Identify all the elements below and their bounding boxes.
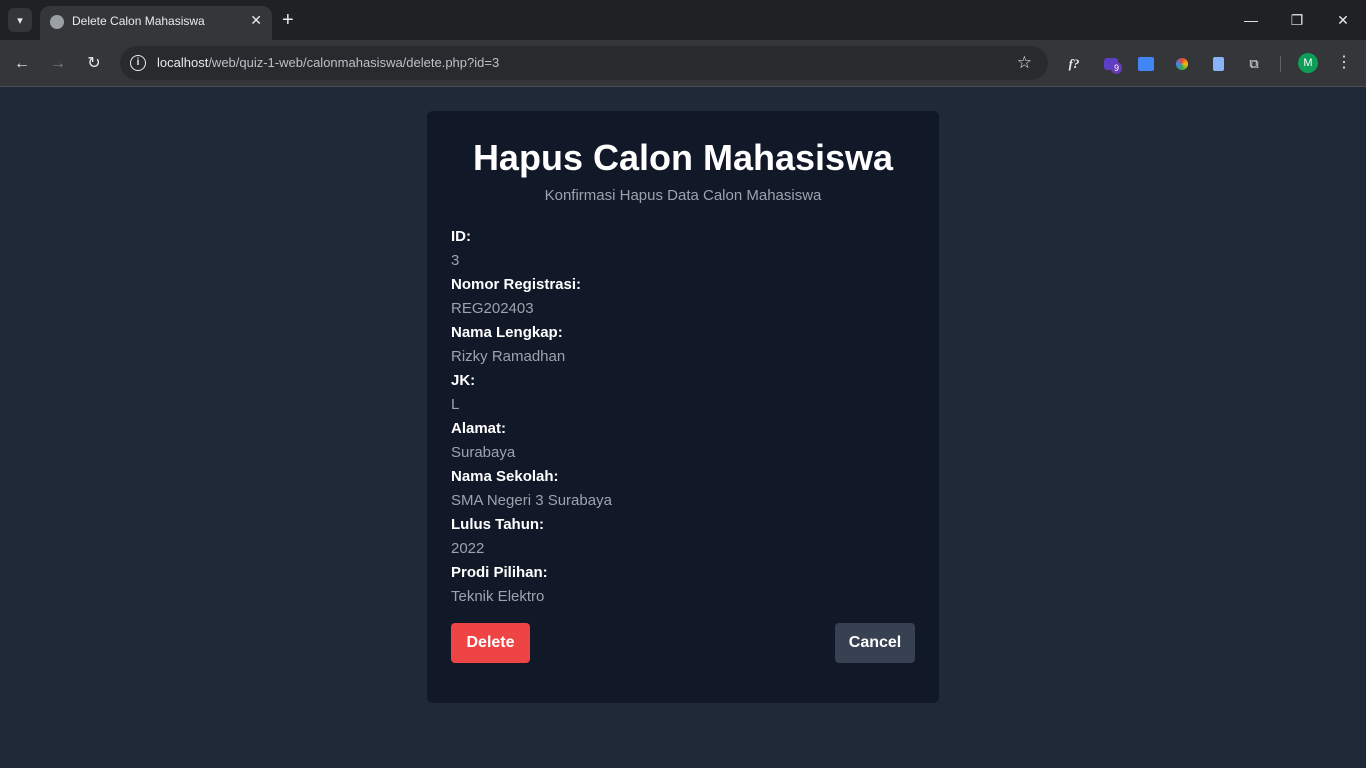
address-bar[interactable]: i localhost/web/quiz-1-web/calonmahasisw… — [120, 46, 1048, 80]
field-value-id: 3 — [451, 252, 460, 269]
field-label-nama-lengkap: Nama Lengkap: — [451, 324, 563, 341]
field-value-prodi-pilihan: Teknik Elektro — [451, 588, 545, 605]
url-host: localhost — [157, 55, 209, 70]
back-icon[interactable]: ← — [10, 52, 34, 76]
browser-chrome: ▾ Delete Calon Mahasiswa ✕ + — ❐ ✕ ← → ↻… — [0, 0, 1366, 87]
tab-search-icon[interactable]: ▾ — [8, 8, 32, 32]
field-label-nomor-registrasi: Nomor Registrasi: — [451, 276, 582, 293]
tab-strip: ▾ Delete Calon Mahasiswa ✕ + — ❐ ✕ — [0, 0, 1366, 40]
field-value-alamat: Surabaya — [451, 444, 516, 461]
profile-avatar[interactable]: M — [1298, 53, 1318, 73]
field-value-lulus-tahun: 2022 — [451, 540, 485, 557]
field-value-jk: L — [451, 396, 460, 413]
puzzle-icon[interactable]: ⧉ — [1244, 54, 1264, 74]
field-label-prodi-pilihan: Prodi Pilihan: — [451, 564, 548, 581]
tab-title: Delete Calon Mahasiswa — [72, 14, 205, 28]
page-subtitle: Konfirmasi Hapus Data Calon Mahasiswa — [544, 187, 822, 204]
document-extension-icon[interactable] — [1208, 54, 1228, 74]
field-label-lulus-tahun: Lulus Tahun: — [451, 516, 545, 533]
translate-icon[interactable] — [1136, 54, 1156, 74]
field-value-nama-lengkap: Rizky Ramadhan — [451, 348, 566, 365]
url-text[interactable]: localhost/web/quiz-1-web/calonmahasiswa/… — [157, 55, 499, 70]
cancel-button[interactable]: Cancel — [835, 623, 915, 663]
page-title: Hapus Calon Mahasiswa — [472, 137, 894, 178]
color-wheel-icon[interactable] — [1172, 54, 1192, 74]
field-label-alamat: Alamat: — [451, 420, 507, 437]
detail-list: ID: 3 Nomor Registrasi: REG202403 Nama L… — [451, 225, 612, 609]
field-value-nama-sekolah: SMA Negeri 3 Surabaya — [451, 492, 612, 509]
field-label-jk: JK: — [451, 372, 476, 389]
bookmark-star-icon[interactable]: ☆ — [1017, 53, 1032, 73]
minimize-icon[interactable]: — — [1236, 8, 1266, 32]
extension-badge-count: 9 — [1111, 62, 1123, 74]
field-value-nomor-registrasi: REG202403 — [451, 300, 534, 317]
site-info-icon[interactable]: i — [130, 55, 146, 71]
field-label-id: ID: — [451, 228, 471, 245]
url-path: /web/quiz-1-web/calonmahasiswa/delete.ph… — [208, 55, 500, 70]
window-close-icon[interactable]: ✕ — [1328, 8, 1358, 32]
field-label-nama-sekolah: Nama Sekolah: — [451, 468, 559, 485]
function-extension-icon[interactable]: f? — [1064, 54, 1084, 74]
extension-badge-icon[interactable]: 9 — [1101, 54, 1123, 74]
close-icon[interactable]: ✕ — [250, 12, 262, 29]
delete-confirmation-card: Hapus Calon Mahasiswa Konfirmasi Hapus D… — [427, 111, 939, 703]
delete-button[interactable]: Delete — [451, 623, 530, 663]
reload-icon[interactable]: ↻ — [82, 52, 106, 76]
tab-active[interactable]: Delete Calon Mahasiswa ✕ — [40, 6, 272, 40]
toolbar-divider — [1280, 56, 1281, 72]
new-tab-icon[interactable]: + — [282, 8, 294, 32]
globe-icon — [50, 15, 64, 29]
forward-icon[interactable]: → — [46, 52, 70, 76]
browser-toolbar: ← → ↻ i localhost/web/quiz-1-web/calonma… — [0, 40, 1366, 87]
kebab-menu-icon[interactable]: ⋮ — [1336, 52, 1352, 72]
restore-icon[interactable]: ❐ — [1282, 8, 1312, 32]
